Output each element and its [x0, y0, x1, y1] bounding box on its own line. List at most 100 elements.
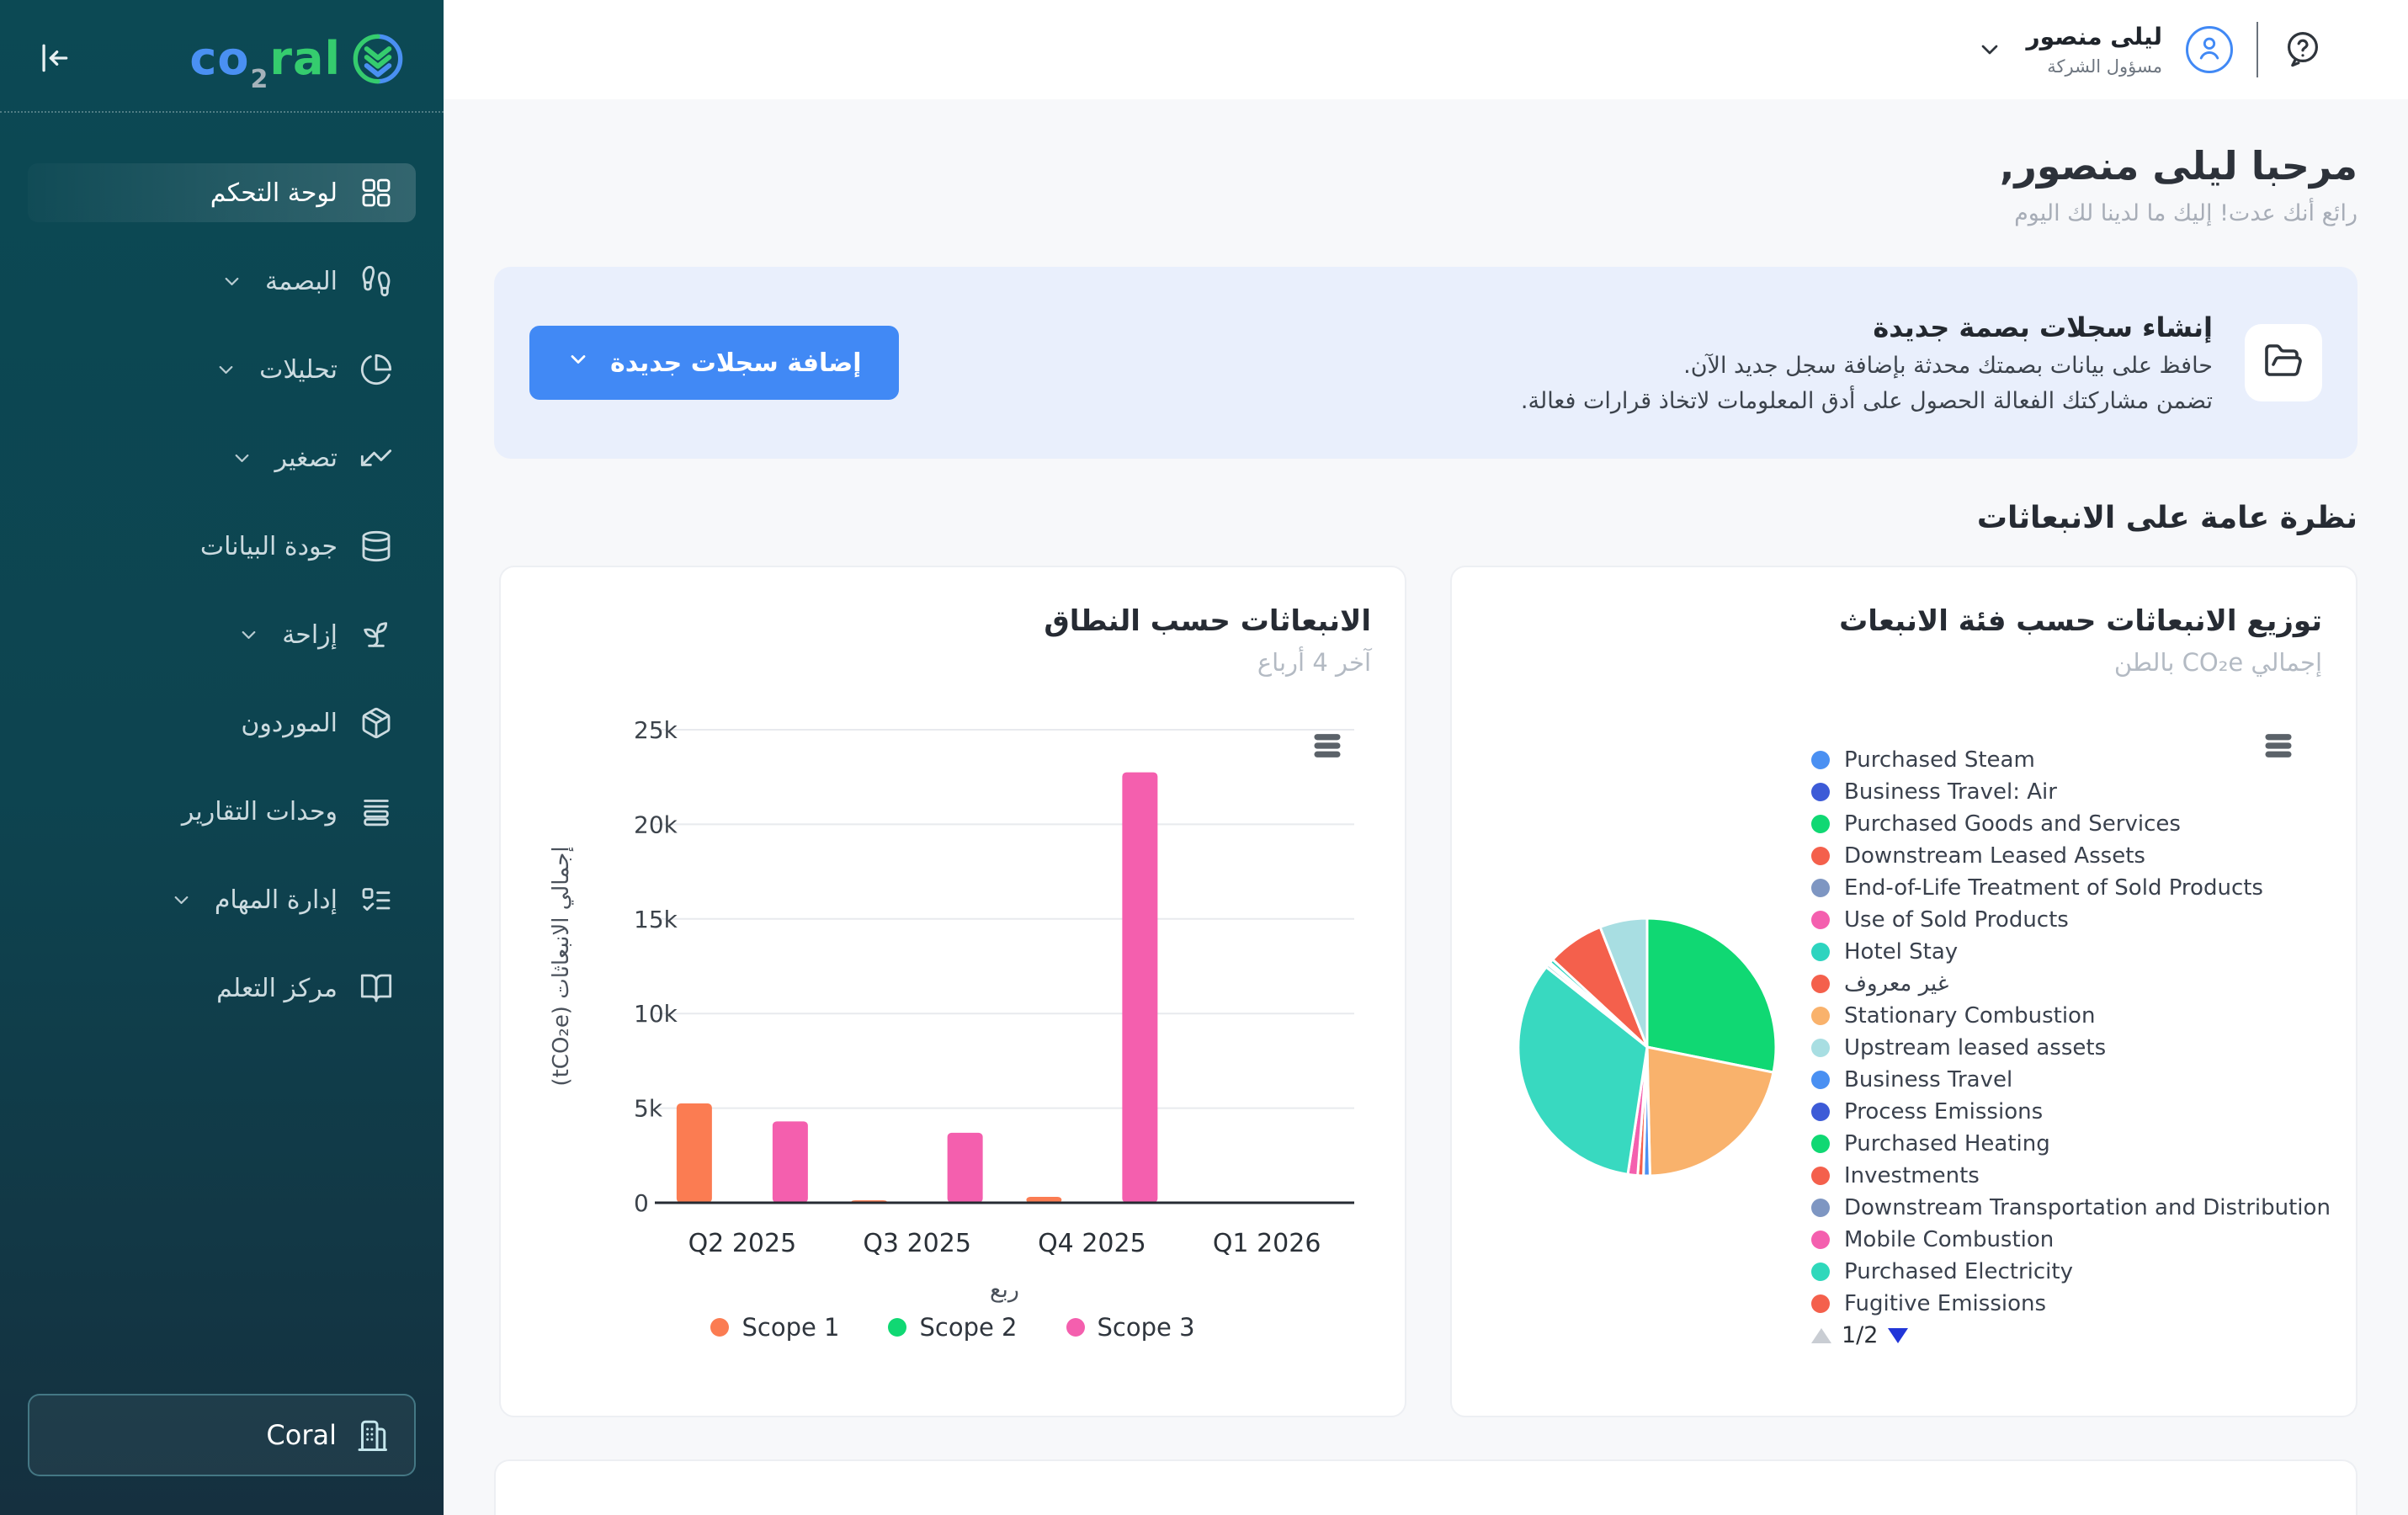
- banner-text: إنشاء سجلات بصمة جديدة حافظ على بيانات ب…: [1521, 311, 2213, 414]
- pie-legend-item[interactable]: Downstream Leased Assets: [1811, 840, 2331, 872]
- legend-dot: [1811, 815, 1830, 833]
- pie-chart-icon: [359, 353, 393, 386]
- sidebar-item-report-units[interactable]: وحدات التقارير: [28, 782, 416, 841]
- svg-text:2025 Q4: 2025 Q4: [1038, 1229, 1146, 1258]
- pie-legend-item[interactable]: Stationary Combustion: [1811, 1000, 2331, 1032]
- sidebar-item-suppliers[interactable]: الموردون: [28, 694, 416, 752]
- scope-bar-chart: 05k10k15k20k25k2025 Q22025 Q32025 Q42026…: [501, 567, 1405, 1416]
- add-new-records-button[interactable]: إضافة سجلات جديدة: [529, 326, 899, 400]
- legend-dot: [1811, 1071, 1830, 1089]
- pie-legend-item[interactable]: Purchased Steam: [1811, 744, 2331, 776]
- legend-label: Mobile Combustion: [1844, 1227, 2054, 1252]
- sidebar-item-label: تحليلات: [259, 355, 338, 385]
- sidebar-item-label: مركز التعلم: [216, 974, 338, 1003]
- legend-label: Hotel Stay: [1844, 939, 1958, 965]
- svg-text:10k: 10k: [634, 1000, 678, 1028]
- legend-dot: [1811, 1167, 1830, 1185]
- svg-text:2025 Q2: 2025 Q2: [688, 1229, 797, 1258]
- next-section-card: [494, 1459, 2358, 1515]
- pie-legend-item[interactable]: Purchased Goods and Services: [1811, 808, 2331, 840]
- sidebar-item-learning-center[interactable]: مركز التعلم: [28, 959, 416, 1018]
- user-avatar[interactable]: [2186, 26, 2233, 73]
- legend-label: Upstream leased assets: [1844, 1035, 2106, 1060]
- legend-label: Purchased Electricity: [1844, 1259, 2073, 1284]
- building-icon: [353, 1417, 389, 1453]
- legend-item-scope-2[interactable]: Scope 2: [888, 1313, 1017, 1342]
- legend-dot: [888, 1318, 906, 1337]
- svg-text:إجمالي الانبعاثات (tCO₂e): إجمالي الانبعاثات (tCO₂e): [549, 846, 574, 1086]
- legend-dot: [1811, 911, 1830, 929]
- legend-dot: [1811, 751, 1830, 769]
- legend-dot: [1066, 1318, 1085, 1337]
- legend-label: Investments: [1844, 1163, 1980, 1188]
- pie-legend-item[interactable]: Purchased Electricity: [1811, 1256, 2331, 1288]
- pie-chart-menu-button[interactable]: [2260, 729, 2297, 764]
- legend-dot: [1811, 943, 1830, 961]
- pie-legend-item[interactable]: Business Travel: Air: [1811, 776, 2331, 808]
- legend-dot: [1811, 1135, 1830, 1153]
- chevron-down-icon: [237, 624, 260, 646]
- pie-legend-item[interactable]: End-of-Life Treatment of Sold Products: [1811, 872, 2331, 904]
- sidebar-item-task-management[interactable]: إدارة المهام: [28, 870, 416, 929]
- legend-page-indicator: 1/2: [1842, 1322, 1878, 1348]
- user-menu[interactable]: ليلى منصور مسؤول الشركة: [2027, 23, 2162, 77]
- sidebar-item-analytics[interactable]: تحليلات: [28, 340, 416, 399]
- logo-ral: ral: [269, 32, 341, 85]
- organization-card[interactable]: Coral: [28, 1394, 416, 1476]
- user-icon: [2194, 33, 2225, 66]
- pie-legend-item[interactable]: Downstream Transportation and Distributi…: [1811, 1192, 2331, 1224]
- sidebar-item-data-quality[interactable]: جودة البيانات: [28, 517, 416, 576]
- bar-card-title: الانبعاثات حسب النطاق: [1044, 604, 1371, 638]
- legend-dot: [1811, 1294, 1830, 1313]
- legend-page-up-icon[interactable]: [1811, 1328, 1831, 1343]
- sidebar-item-offset[interactable]: إزاحة: [28, 605, 416, 664]
- bar-scope3-2025Q3: [948, 1133, 983, 1203]
- welcome-subtitle: رائع أنك عدت! إليك ما لدينا لك اليوم: [494, 200, 2358, 226]
- help-button[interactable]: [2282, 29, 2324, 71]
- sidebar-item-dashboard[interactable]: لوحة التحكم: [28, 163, 416, 222]
- trending-down-icon: [359, 441, 393, 475]
- legend-item-scope-3[interactable]: Scope 3: [1066, 1313, 1195, 1342]
- svg-text:2025 Q3: 2025 Q3: [863, 1229, 971, 1258]
- emissions-category-pie-card: توزيع الانبعاثات حسب فئة الانبعاث إجمالي…: [1450, 566, 2358, 1417]
- legend-dot: [1811, 783, 1830, 801]
- svg-text:15k: 15k: [634, 906, 678, 933]
- emissions-overview-title: نظرة عامة على الانبعاثات: [494, 501, 2358, 535]
- pie-legend-item[interactable]: Business Travel: [1811, 1064, 2331, 1096]
- collapse-icon: [35, 66, 72, 79]
- pie-slice: [1647, 918, 1776, 1072]
- coral-logo-mark-icon: [351, 32, 405, 86]
- pie-legend-item[interactable]: Purchased Heating: [1811, 1128, 2331, 1160]
- pie-legend-item[interactable]: Process Emissions: [1811, 1096, 2331, 1128]
- pie-legend-item[interactable]: Hotel Stay: [1811, 936, 2331, 968]
- chevron-down-icon: [215, 359, 237, 381]
- legend-item-scope-1[interactable]: Scope 1: [710, 1313, 839, 1342]
- pie-legend-item[interactable]: Mobile Combustion: [1811, 1224, 2331, 1256]
- bar-card-subtitle: آخر 4 أرباع: [1044, 648, 1371, 677]
- sidebar-collapse-button[interactable]: [34, 39, 74, 79]
- svg-text:20k: 20k: [634, 811, 678, 838]
- legend-label: Fugitive Emissions: [1844, 1291, 2046, 1316]
- legend-label: Scope 2: [919, 1313, 1017, 1342]
- sidebar-item-reduction[interactable]: تصغير: [28, 428, 416, 487]
- sidebar-item-footprint[interactable]: البصمة: [28, 252, 416, 311]
- legend-label: Scope 3: [1098, 1313, 1195, 1342]
- pie-legend-item[interactable]: Investments: [1811, 1160, 2331, 1192]
- legend-label: Purchased Steam: [1844, 747, 2035, 773]
- package-icon: [359, 706, 393, 740]
- pie-legend-item[interactable]: غير معروف: [1811, 968, 2331, 1000]
- bar-scope1-2025Q2: [677, 1103, 712, 1203]
- user-name: ليلى منصور: [2027, 23, 2162, 50]
- bar-chart-menu-button[interactable]: [1309, 729, 1346, 764]
- user-menu-chevron-down-icon[interactable]: [1976, 36, 2003, 63]
- sidebar: co2ral لوحة التحكم البصمة تحليلات: [0, 0, 444, 1515]
- chevron-down-icon: [566, 348, 590, 378]
- pie-legend-item[interactable]: Upstream leased assets: [1811, 1032, 2331, 1064]
- create-records-banner: إنشاء سجلات بصمة جديدة حافظ على بيانات ب…: [494, 267, 2358, 459]
- logo-co: co: [189, 32, 249, 85]
- banner-line-1: حافظ على بيانات بصمتك محدثة بإضافة سجل ج…: [1521, 353, 2213, 379]
- pie-legend-item[interactable]: Use of Sold Products: [1811, 904, 2331, 936]
- pie-legend-item[interactable]: Fugitive Emissions: [1811, 1288, 2331, 1320]
- logo-subscript-2: 2: [251, 65, 269, 94]
- legend-page-down-icon[interactable]: [1888, 1328, 1908, 1343]
